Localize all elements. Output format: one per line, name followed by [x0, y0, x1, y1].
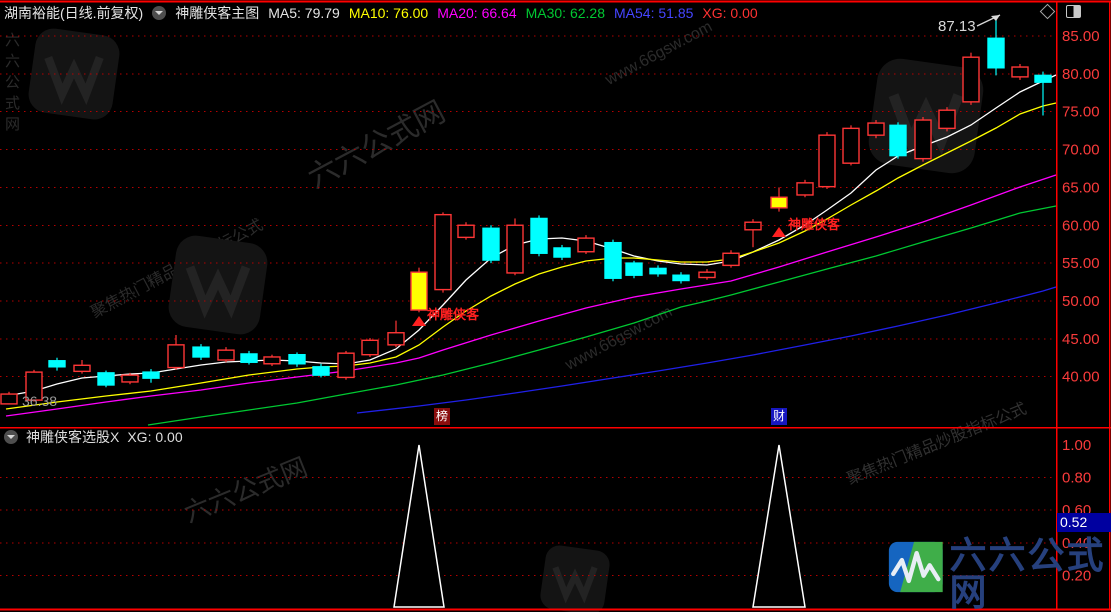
- titlebar-corner-icons: [1042, 5, 1081, 18]
- site-logo-text: 六六公式网 聚焦热门精品炒股指标公式 www.66gsw.com: [950, 537, 1111, 612]
- y-axis-label: 60.00: [1062, 217, 1100, 234]
- candle-down: [626, 263, 642, 275]
- candle-up: [699, 272, 715, 277]
- event-marker-cai[interactable]: 财: [771, 408, 787, 425]
- candle-up: [338, 353, 354, 377]
- low-price-label: 36.38: [22, 393, 57, 409]
- signal-caption: 神雕侠客: [427, 307, 480, 322]
- candle-down: [49, 361, 65, 367]
- stock-chart-window: 六六公式网 六六公式网 聚焦热门精品炒股指标公式 www.66gsw.com w…: [0, 0, 1111, 612]
- candle-up: [122, 375, 138, 382]
- signal-spike: [753, 445, 805, 607]
- sub-panel-label: 神雕侠客选股X XG: 0.00: [4, 429, 183, 445]
- candle-down: [289, 355, 305, 364]
- candle-down: [1035, 75, 1051, 82]
- ma30-value: MA30: 62.28: [526, 5, 605, 21]
- candle-up: [264, 357, 280, 364]
- candle-down: [988, 38, 1004, 68]
- y-axis-label: 75.00: [1062, 104, 1100, 121]
- candle-up: [218, 350, 234, 360]
- price-chart-canvas[interactable]: 85.00 80.00 75.00 70.00 65.00 60.00 55.00 50.00…: [0, 0, 1111, 612]
- current-value-badge: 0.52: [1057, 513, 1111, 532]
- diamond-icon[interactable]: [1040, 4, 1056, 20]
- candle-down: [483, 228, 499, 260]
- signal-triangle-icon: [772, 227, 786, 237]
- candle-down: [650, 268, 666, 273]
- sub-y-axis-label: 0.80: [1062, 470, 1091, 487]
- y-axis-label: 80.00: [1062, 66, 1100, 83]
- candle-down: [890, 125, 906, 155]
- candle-down: [313, 367, 329, 375]
- xg-value: XG: 0.00: [702, 5, 757, 21]
- candle-up: [868, 123, 884, 135]
- collapse-sub-indicator-icon[interactable]: [4, 430, 18, 444]
- candle-down: [143, 372, 159, 378]
- candle-up: [1012, 67, 1028, 77]
- site-logo-icon: [888, 537, 944, 597]
- y-axis-label: 45.00: [1062, 331, 1100, 348]
- ma10-value: MA10: 76.00: [349, 5, 428, 21]
- candle-down: [193, 347, 209, 357]
- signal-triangle-icon: [412, 316, 426, 326]
- window-icon[interactable]: [1066, 5, 1081, 18]
- candle-up: [507, 225, 523, 273]
- main-indicator-title: 神雕侠客主图: [175, 3, 259, 23]
- ma20-value: MA20: 66.64: [437, 5, 516, 21]
- ma20-line: [6, 175, 1056, 416]
- candle-signal: [411, 272, 427, 310]
- high-price-label: 87.13: [938, 18, 976, 35]
- candle-up: [1, 394, 17, 404]
- ma30-line: [148, 206, 1056, 425]
- sub-xg-value: XG: 0.00: [127, 429, 182, 445]
- stock-title: 湖南裕能(日线.前复权): [4, 3, 143, 23]
- signal-caption: 神雕侠客: [788, 217, 841, 232]
- candle-up: [168, 345, 184, 368]
- candle-down: [673, 275, 689, 280]
- candle-up: [578, 238, 594, 252]
- site-brand: 六六公式网: [950, 537, 1111, 611]
- title-bar: 湖南裕能(日线.前复权) 神雕侠客主图 MA5: 79.79 MA10: 76.…: [4, 4, 758, 21]
- candle-up: [939, 110, 955, 128]
- candle-up: [362, 340, 378, 354]
- sub-y-axis-label: 1.00: [1062, 437, 1091, 454]
- candle-up: [388, 333, 404, 345]
- y-axis-label: 40.00: [1062, 369, 1100, 386]
- candle-signal: [771, 197, 787, 208]
- signal-spike: [394, 445, 444, 607]
- ma54-line: [357, 287, 1056, 413]
- y-axis-label: 55.00: [1062, 255, 1100, 272]
- event-marker-bang[interactable]: 榜: [434, 408, 450, 425]
- y-axis-label: 85.00: [1062, 28, 1100, 45]
- y-axis-label: 70.00: [1062, 142, 1100, 159]
- candle-up: [458, 225, 474, 237]
- y-axis-label: 65.00: [1062, 179, 1100, 196]
- collapse-main-indicator-icon[interactable]: [152, 6, 166, 20]
- candle-up: [843, 128, 859, 163]
- candle-down: [605, 243, 621, 279]
- candle-up: [963, 57, 979, 102]
- sub-indicator-title: 神雕侠客选股X: [26, 427, 119, 447]
- site-logo: 六六公式网 聚焦热门精品炒股指标公式 www.66gsw.com: [888, 537, 1111, 612]
- candle-down: [98, 373, 114, 385]
- candle-up: [819, 135, 835, 186]
- candle-down: [241, 354, 257, 362]
- candle-up: [797, 183, 813, 195]
- ma54-value: MA54: 51.85: [614, 5, 693, 21]
- candle-down: [531, 218, 547, 253]
- candle-up: [723, 253, 739, 265]
- candle-up: [745, 222, 761, 230]
- candle-up: [74, 365, 90, 371]
- candle-down: [554, 248, 570, 257]
- candle-up: [435, 215, 451, 290]
- y-axis-label: 50.00: [1062, 293, 1100, 310]
- candle-up: [915, 120, 931, 159]
- ma5-value: MA5: 79.79: [268, 5, 340, 21]
